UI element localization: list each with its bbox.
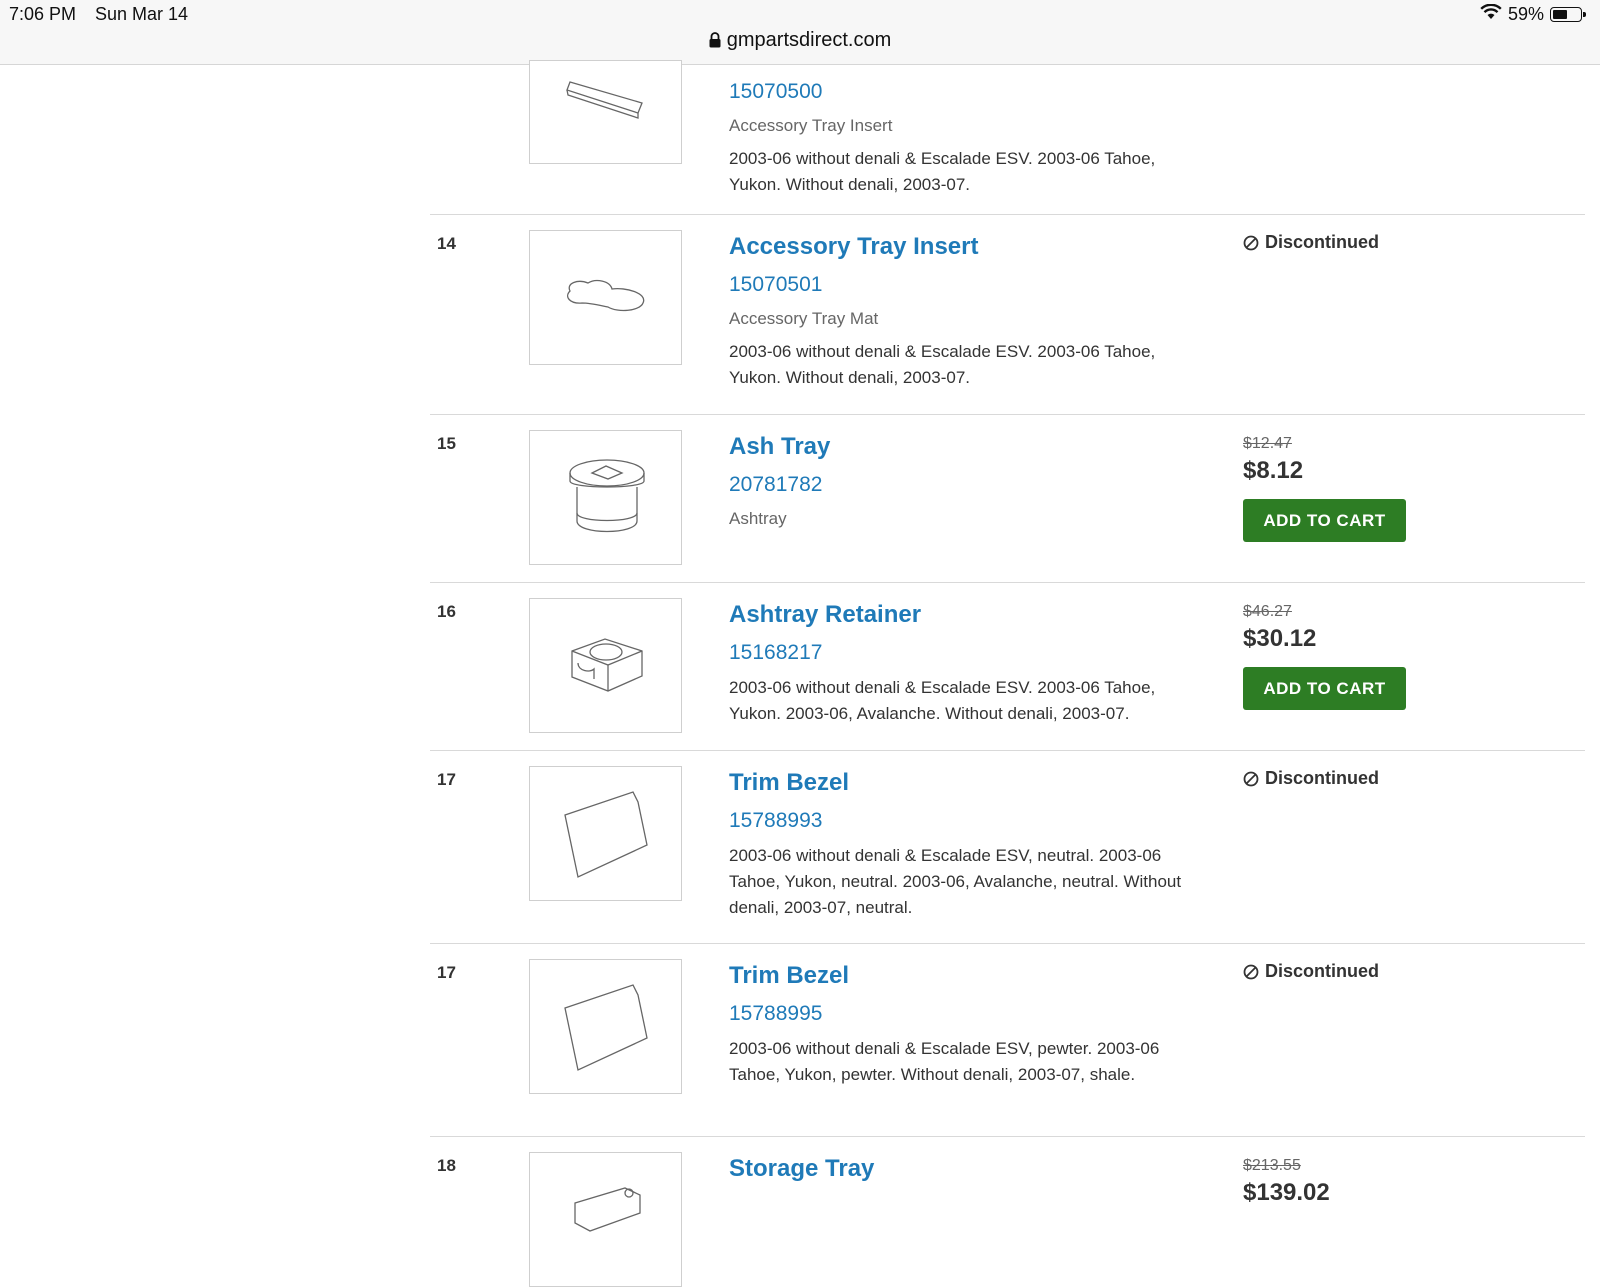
status-label: Discontinued bbox=[1265, 232, 1380, 252]
status-label: Discontinued bbox=[1265, 961, 1380, 981]
part-row: 16 Ashtray Retainer 15168217 2003-06 wit… bbox=[430, 583, 1585, 751]
ref-number: 16 bbox=[437, 602, 456, 621]
storage-tray-icon bbox=[574, 1187, 641, 1232]
discontinued-status: Discontinued bbox=[1243, 232, 1379, 253]
part-name-link[interactable]: Ash Tray bbox=[729, 431, 1199, 463]
ref-number: 18 bbox=[437, 1156, 456, 1175]
part-thumbnail[interactable] bbox=[529, 60, 682, 164]
no-entry-icon bbox=[1243, 235, 1259, 250]
part-info: Accessory Tray Insert 15070501 Accessory… bbox=[729, 231, 1199, 391]
discontinued-status: Discontinued bbox=[1243, 768, 1379, 789]
part-info: Ashtray Retainer 15168217 2003-06 withou… bbox=[729, 599, 1199, 727]
status-icons: 59% bbox=[1480, 3, 1586, 25]
part-info: Trim Bezel 15788995 2003-06 without dena… bbox=[729, 960, 1199, 1088]
part-number-link[interactable]: 15070501 bbox=[729, 271, 1199, 299]
retainer-icon bbox=[571, 638, 643, 692]
bezel-icon bbox=[564, 984, 648, 1071]
part-row: 14 Accessory Tray Insert 15070501 Access… bbox=[430, 215, 1585, 415]
battery-percent: 59% bbox=[1507, 4, 1544, 24]
no-entry-icon bbox=[1243, 771, 1259, 786]
clock-date: Sun Mar 14 bbox=[95, 4, 189, 24]
part-row: 17 Trim Bezel 15788995 2003-06 without d… bbox=[430, 944, 1585, 1137]
wifi-icon bbox=[1480, 3, 1502, 25]
url-text: gmpartsdirect.com bbox=[726, 29, 892, 51]
part-thumbnail[interactable] bbox=[529, 766, 682, 901]
part-description: 2003-06 without denali & Escalade ESV. 2… bbox=[729, 678, 1156, 723]
pricing: $12.47 $8.12 ADD TO CART bbox=[1243, 435, 1406, 542]
ashtray-icon bbox=[569, 459, 645, 533]
part-name-link[interactable]: Accessory Tray Insert bbox=[729, 231, 1199, 263]
sale-price: $8.12 bbox=[1243, 457, 1304, 484]
ref-number: 15 bbox=[437, 434, 456, 453]
original-price: $46.27 bbox=[1243, 603, 1292, 620]
part-name-link[interactable]: Trim Bezel bbox=[729, 767, 1199, 799]
availability: Discontinued bbox=[1243, 232, 1379, 253]
tray-mat-icon bbox=[567, 279, 645, 312]
parts-list: 15070500 Accessory Tray Insert 2003-06 w… bbox=[430, 60, 1585, 1287]
add-to-cart-button[interactable]: ADD TO CART bbox=[1243, 667, 1406, 710]
part-thumbnail[interactable] bbox=[529, 959, 682, 1094]
sale-price: $139.02 bbox=[1243, 1179, 1330, 1206]
original-price: $12.47 bbox=[1243, 435, 1292, 452]
part-description: 2003-06 without denali & Escalade ESV, p… bbox=[729, 1039, 1160, 1084]
part-description: 2003-06 without denali & Escalade ESV. 2… bbox=[729, 149, 1156, 194]
no-entry-icon bbox=[1243, 964, 1259, 979]
part-thumbnail[interactable] bbox=[529, 1152, 682, 1287]
bezel-icon bbox=[564, 791, 648, 878]
part-number-link[interactable]: 15788993 bbox=[729, 807, 1199, 835]
browser-status-bar: 7:06 PM Sun Mar 14 59% gmpartsdirect.com bbox=[0, 0, 1600, 65]
part-name-link[interactable]: Storage Tray bbox=[729, 1153, 1199, 1185]
part-subtitle: Accessory Tray Insert bbox=[729, 116, 893, 135]
sale-price: $30.12 bbox=[1243, 625, 1317, 652]
part-row: 15070500 Accessory Tray Insert 2003-06 w… bbox=[430, 60, 1585, 215]
ref-number: 17 bbox=[437, 770, 456, 789]
part-number-link[interactable]: 15788995 bbox=[729, 1000, 1199, 1028]
discontinued-status: Discontinued bbox=[1243, 961, 1379, 982]
part-thumbnail[interactable] bbox=[529, 230, 682, 365]
part-name-link[interactable]: Trim Bezel bbox=[729, 960, 1199, 992]
availability: Discontinued bbox=[1243, 961, 1379, 982]
part-thumbnail[interactable] bbox=[529, 598, 682, 733]
pricing: $46.27 $30.12 ADD TO CART bbox=[1243, 603, 1406, 710]
status-label: Discontinued bbox=[1265, 768, 1380, 788]
part-description: 2003-06 without denali & Escalade ESV, n… bbox=[729, 846, 1182, 917]
part-info: Storage Tray bbox=[729, 1153, 1199, 1185]
flat-strip-icon bbox=[566, 81, 643, 119]
add-to-cart-button[interactable]: ADD TO CART bbox=[1243, 499, 1406, 542]
part-thumbnail[interactable] bbox=[529, 430, 682, 565]
ref-number: 17 bbox=[437, 963, 456, 982]
part-description: 2003-06 without denali & Escalade ESV. 2… bbox=[729, 342, 1156, 387]
part-row: 18 Storage Tray $213.55 $139.02 bbox=[430, 1137, 1585, 1287]
part-info: Trim Bezel 15788993 2003-06 without dena… bbox=[729, 767, 1199, 921]
clock-time: 7:06 PM bbox=[9, 4, 77, 24]
ref-number: 14 bbox=[437, 234, 456, 253]
part-number-link[interactable]: 20781782 bbox=[729, 471, 1199, 499]
availability: Discontinued bbox=[1243, 768, 1379, 789]
part-info: 15070500 Accessory Tray Insert 2003-06 w… bbox=[729, 70, 1199, 198]
part-row: 15 Ash Tray 20781782 Ashtray $12.47 $8.1… bbox=[430, 415, 1585, 583]
part-row: 17 Trim Bezel 15788993 2003-06 without d… bbox=[430, 751, 1585, 944]
battery-icon bbox=[1550, 7, 1586, 22]
part-name-link[interactable]: Ashtray Retainer bbox=[729, 599, 1199, 631]
part-subtitle: Ashtray bbox=[729, 509, 787, 528]
address-bar[interactable]: gmpartsdirect.com bbox=[0, 29, 1600, 54]
part-subtitle: Accessory Tray Mat bbox=[729, 309, 879, 328]
part-number-link[interactable]: 15168217 bbox=[729, 639, 1199, 667]
lock-icon bbox=[709, 31, 721, 54]
part-number-link[interactable]: 15070500 bbox=[729, 78, 1199, 106]
original-price: $213.55 bbox=[1243, 1157, 1301, 1174]
part-info: Ash Tray 20781782 Ashtray bbox=[729, 431, 1199, 531]
